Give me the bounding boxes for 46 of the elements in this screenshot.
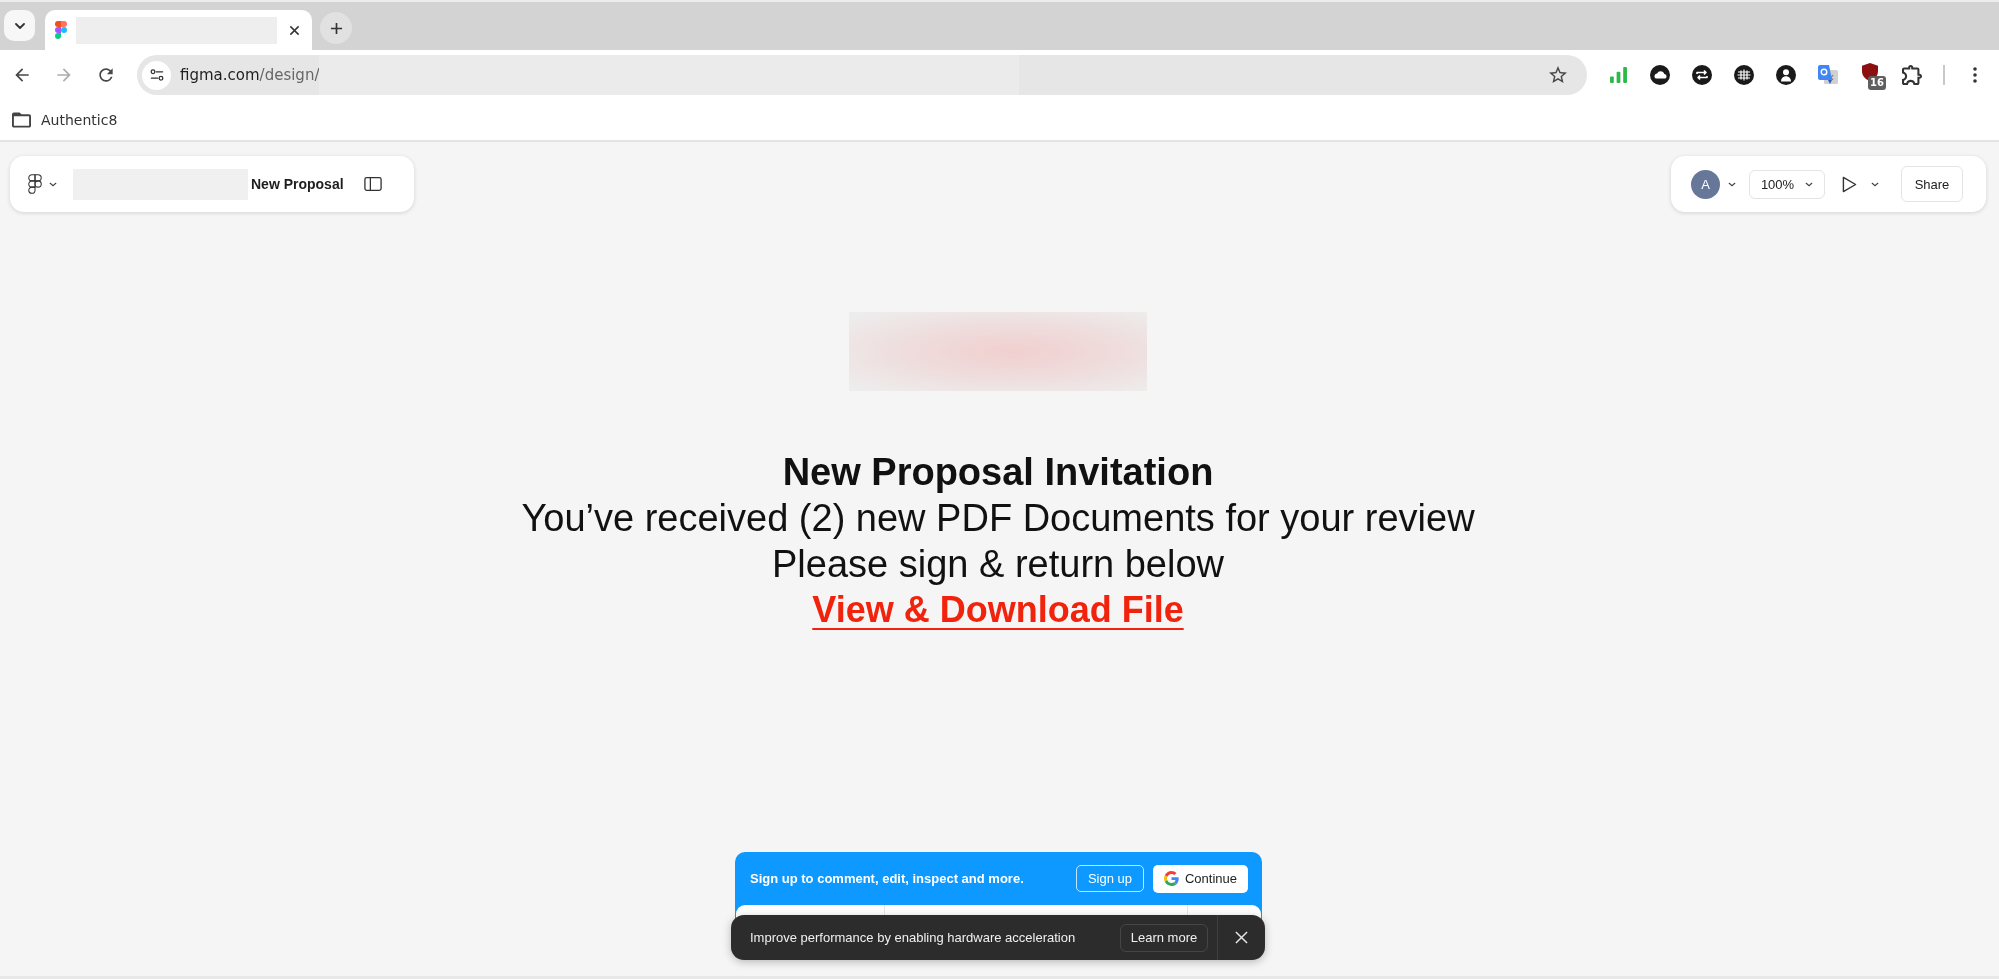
site-info-button[interactable] — [142, 60, 171, 90]
person-icon — [1776, 65, 1796, 85]
reload-icon — [96, 65, 116, 85]
close-icon — [1235, 931, 1248, 944]
extension-badge: 16 — [1868, 76, 1886, 90]
cloud-icon — [1650, 65, 1670, 85]
keyboard-icon — [1734, 65, 1754, 85]
chevron-down-icon — [49, 181, 57, 187]
translate-icon — [1818, 65, 1838, 85]
star-icon — [1549, 66, 1567, 84]
user-menu-button[interactable]: A — [1691, 169, 1736, 199]
figma-logo-icon — [55, 21, 67, 39]
url-text: figma.com/design/ — [180, 66, 320, 84]
download-link[interactable]: View & Download File — [812, 587, 1184, 633]
puzzle-piece-icon — [1902, 65, 1922, 85]
address-bar[interactable]: figma.com/design/ — [137, 55, 1587, 95]
chevron-down-icon — [14, 22, 25, 29]
sidebar-icon — [363, 177, 382, 191]
plus-icon — [329, 21, 343, 35]
invitation-title: New Proposal Invitation — [782, 450, 1214, 495]
more-vertical-icon — [1973, 67, 1977, 83]
chevron-down-icon — [1728, 181, 1736, 187]
tab-list-button[interactable] — [4, 10, 35, 41]
extension-button[interactable]: 16 — [1853, 58, 1887, 92]
play-icon — [1842, 175, 1857, 193]
folder-icon — [12, 112, 31, 128]
message-line: Please sign & return below — [772, 542, 1224, 587]
signal-bars-icon — [1609, 67, 1627, 83]
new-tab-button[interactable] — [320, 12, 352, 44]
toast-message: Improve performance by enabling hardware acceleration — [750, 930, 1077, 945]
zoom-dropdown[interactable]: 100% — [1749, 169, 1825, 199]
message-line: You’ve received (2) new PDF Documents for your review — [521, 496, 1475, 541]
continue-button[interactable]: Continue — [1153, 864, 1248, 893]
google-g-icon — [1163, 871, 1179, 886]
tune-icon — [148, 67, 165, 83]
sync-icon — [1692, 65, 1712, 85]
close-icon — [288, 24, 300, 36]
learn-more-button[interactable]: Learn more — [1120, 923, 1208, 952]
signup-message: Sign up to comment, edit, inspect and more. — [750, 871, 1025, 886]
chevron-down-icon — [1805, 181, 1814, 187]
share-button[interactable]: Share — [1901, 166, 1963, 202]
user-avatar: A — [1691, 169, 1720, 199]
file-name: New Proposal — [251, 176, 344, 192]
bookmark-folder[interactable]: Authentic8 — [10, 108, 120, 132]
chevron-down-icon — [1871, 181, 1879, 187]
figma-logo-icon — [28, 174, 42, 194]
